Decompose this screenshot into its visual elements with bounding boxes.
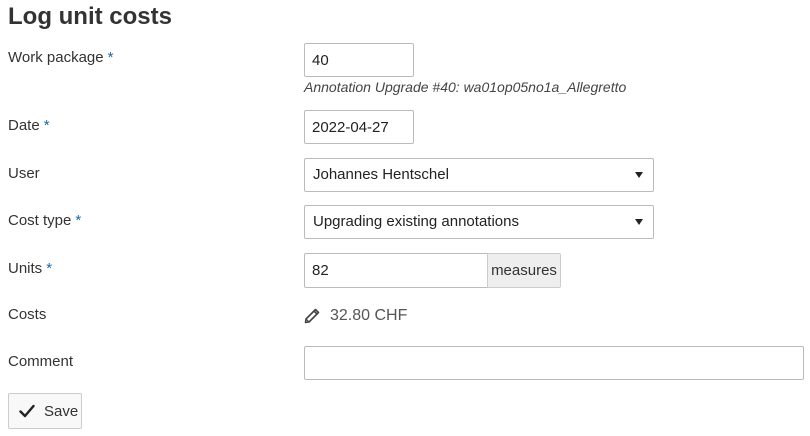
units-label-text: Units — [8, 260, 43, 277]
units-label: Units * — [8, 259, 52, 279]
comment-input[interactable] — [304, 346, 804, 380]
comment-label-text: Comment — [8, 353, 74, 370]
required-marker: * — [75, 212, 82, 229]
cost-type-select-value: Upgrading existing annotations — [313, 213, 519, 230]
work-package-label: Work package * — [8, 48, 113, 68]
user-select[interactable]: Johannes Hentschel — [304, 158, 654, 192]
pencil-icon[interactable] — [304, 308, 320, 324]
work-package-annotation: Annotation Upgrade #40: wa01op05no1a_All… — [304, 79, 627, 95]
user-select-value: Johannes Hentschel — [313, 166, 449, 183]
costs-label: Costs — [8, 305, 46, 325]
chevron-down-icon — [635, 172, 643, 178]
required-marker: * — [46, 260, 53, 277]
required-marker: * — [43, 117, 50, 134]
save-button[interactable]: Save — [8, 393, 82, 429]
cost-type-label: Cost type * — [8, 211, 81, 231]
comment-label: Comment — [8, 352, 73, 372]
costs-amount: 32.80 CHF — [330, 307, 408, 324]
units-input[interactable] — [304, 253, 488, 288]
save-button-label: Save — [44, 402, 79, 420]
work-package-input[interactable] — [304, 43, 414, 77]
check-icon — [19, 404, 35, 418]
costs-label-text: Costs — [8, 306, 47, 323]
user-label: User — [8, 164, 40, 184]
work-package-label-text: Work package — [8, 49, 104, 66]
costs-value: 32.80 CHF — [304, 306, 407, 326]
date-label-text: Date — [8, 117, 40, 134]
units-unit-addon: measures — [487, 253, 561, 288]
required-marker: * — [107, 49, 114, 66]
page-title: Log unit costs — [8, 3, 172, 30]
date-label: Date * — [8, 116, 50, 136]
cost-type-select[interactable]: Upgrading existing annotations — [304, 205, 654, 239]
user-label-text: User — [8, 165, 40, 182]
cost-type-label-text: Cost type — [8, 212, 72, 229]
chevron-down-icon — [635, 219, 643, 225]
log-unit-costs-page: Log unit costs Work package* Annotation … — [0, 0, 810, 436]
date-input[interactable] — [304, 110, 414, 144]
